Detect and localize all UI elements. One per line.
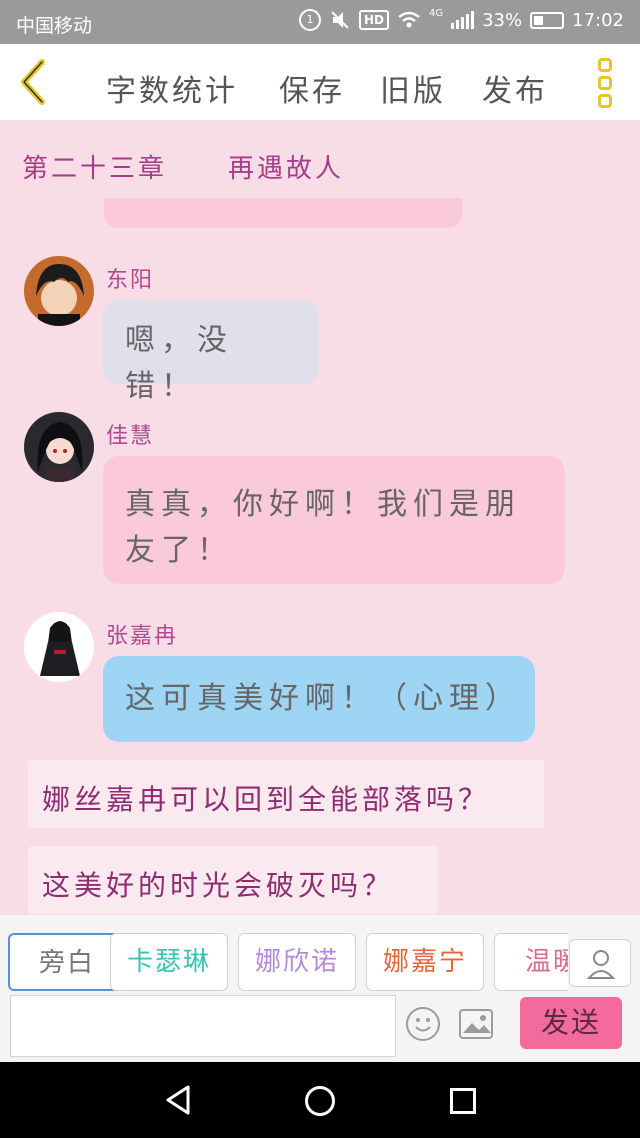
more-vertical-icon[interactable]: [594, 58, 616, 108]
chapter-subtitle[interactable]: 再遇故人: [228, 148, 344, 185]
old-version-button[interactable]: 旧版: [380, 66, 446, 110]
battery-percent: 33%: [482, 9, 523, 31]
speaker-name: 佳慧: [106, 424, 155, 449]
chapter-header: 第二十三章 再遇故人: [0, 120, 640, 198]
character-chip[interactable]: 卡瑟琳: [110, 933, 228, 991]
image-icon[interactable]: [459, 1009, 493, 1039]
chapter-title[interactable]: 第二十三章: [22, 148, 167, 185]
character-selector: 旁白 卡瑟琳 娜欣诺 娜嘉宁 温暖: [8, 933, 568, 993]
wifi-icon: [398, 11, 420, 28]
vibrate-off-icon: [331, 11, 349, 29]
send-button[interactable]: 发送: [520, 997, 622, 1049]
narration-line[interactable]: 这美好的时光会破灭吗？: [28, 846, 438, 914]
status-bar: 中国移动 1 HD 4G 33% 17:02: [0, 0, 640, 44]
editor-toolbar: 字数统计 保存 旧版 发布: [0, 44, 640, 120]
network-type: 4G: [428, 7, 444, 19]
chevron-left-icon[interactable]: [14, 58, 54, 106]
speaker-name: 东阳: [106, 268, 155, 293]
status-icons: 1 HD 4G 33% 17:02: [298, 7, 624, 31]
triangle-back-icon[interactable]: [164, 1084, 192, 1116]
message-bubble[interactable]: 嗯，没错！: [103, 300, 319, 404]
character-chip-narrator[interactable]: 旁白: [8, 933, 126, 991]
message-bubble[interactable]: 真真，你好啊！我们是朋友了！: [103, 456, 565, 584]
publish-button[interactable]: 发布: [482, 66, 548, 110]
compose-panel: 旁白 卡瑟琳 娜欣诺 娜嘉宁 温暖 发送: [0, 914, 640, 1062]
word-count-button[interactable]: 字数统计: [106, 66, 238, 110]
smile-icon[interactable]: [406, 1007, 440, 1041]
partial-message-bubble[interactable]: [104, 198, 462, 228]
carrier-label: 中国移动: [16, 15, 93, 37]
character-chip[interactable]: 温暖: [494, 933, 568, 991]
person-icon[interactable]: [569, 939, 631, 987]
character-chip[interactable]: 娜欣诺: [238, 933, 356, 991]
system-nav-bar: [0, 1062, 640, 1138]
avatar: [24, 412, 94, 482]
square-recent-icon[interactable]: [450, 1088, 476, 1114]
signal-icon: [451, 11, 475, 29]
character-chip[interactable]: 娜嘉宁: [366, 933, 484, 991]
clock: 17:02: [572, 9, 624, 31]
avatar: [24, 612, 94, 682]
message-bubble[interactable]: 这可真美好啊！（心理）: [103, 656, 535, 742]
message-input[interactable]: [10, 995, 396, 1057]
speaker-name: 张嘉冉: [106, 624, 179, 649]
circle-mute-icon: 1: [298, 9, 321, 31]
battery-icon: [530, 11, 565, 29]
save-button[interactable]: 保存: [279, 66, 345, 110]
hd-icon: HD: [358, 10, 389, 30]
circle-home-icon[interactable]: [305, 1086, 335, 1116]
narration-line[interactable]: 娜丝嘉冉可以回到全能部落吗？: [28, 760, 544, 828]
avatar: [24, 256, 94, 326]
